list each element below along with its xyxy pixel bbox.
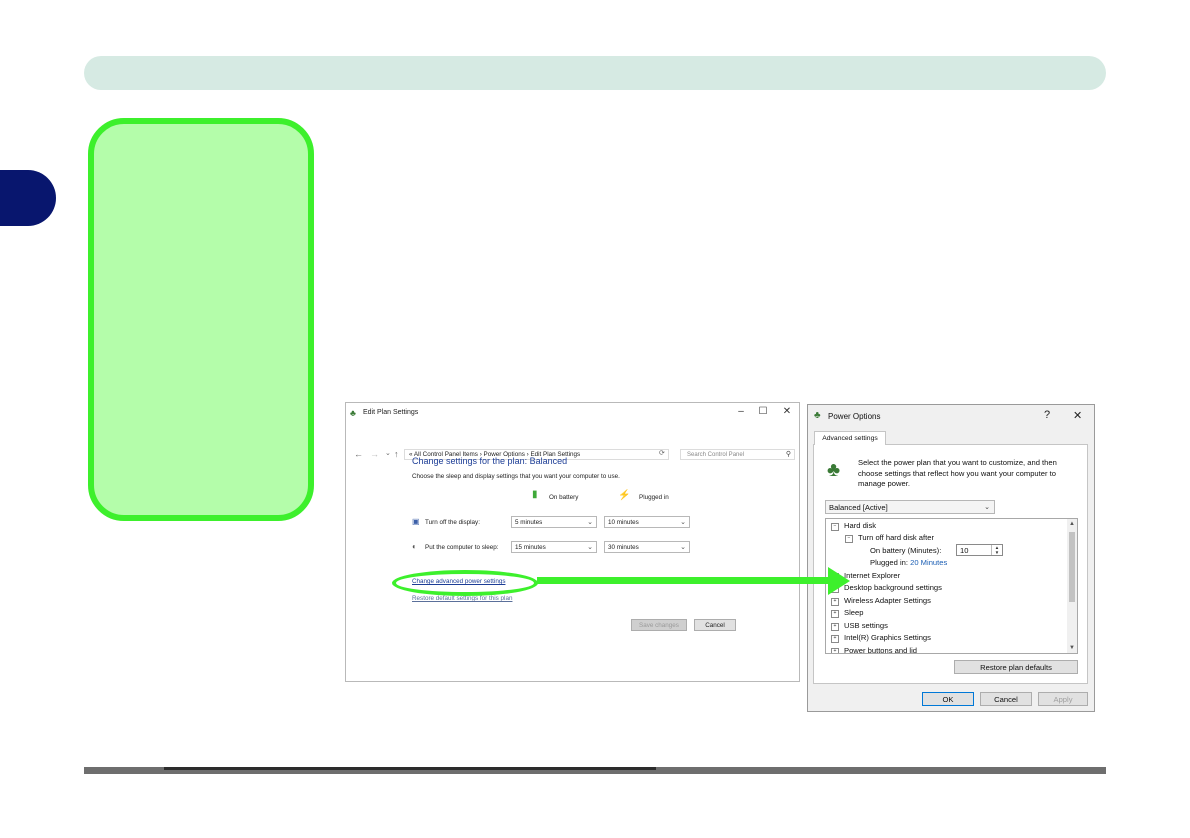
chevron-down-icon: ⌄: [680, 519, 686, 526]
expand-icon[interactable]: +: [831, 635, 839, 643]
on-battery-label: On battery (Minutes):: [870, 546, 942, 555]
sleep-plugged-select[interactable]: 30 minutes ⌄: [604, 541, 690, 553]
apply-button[interactable]: Apply: [1038, 692, 1088, 706]
back-icon[interactable]: ←: [354, 449, 363, 459]
tree-item-label: Hard disk: [844, 521, 877, 530]
callout-box: [88, 118, 314, 521]
up-icon[interactable]: ↑: [394, 449, 399, 459]
plugged-in-label: Plugged in:: [870, 558, 908, 567]
page-subtext: Choose the sleep and display settings th…: [412, 473, 620, 480]
collapse-icon[interactable]: −: [845, 535, 853, 543]
plugged-in-setting[interactable]: Plugged in: 20 Minutes: [870, 558, 947, 567]
chevron-down-icon: ⌄: [587, 519, 593, 526]
ok-button[interactable]: OK: [922, 692, 974, 706]
search-placeholder: Search Control Panel: [687, 452, 745, 458]
tree-scrollbar[interactable]: ▲ ▼: [1067, 519, 1077, 653]
power-options-icon: ♣: [814, 410, 821, 421]
display-label: Turn off the display:: [425, 519, 480, 526]
scroll-up-icon[interactable]: ▲: [1067, 521, 1077, 527]
power-plan-select[interactable]: Balanced [Active] ⌄: [825, 500, 995, 514]
page-header-bar: [84, 56, 1106, 90]
intro-text: Select the power plan that you want to c…: [858, 458, 1057, 488]
tree-item-label: Wireless Adapter Settings: [844, 596, 931, 605]
search-icon: ⚲: [785, 451, 791, 458]
display-battery-select[interactable]: 5 minutes ⌄: [511, 516, 597, 528]
column-on-battery: On battery: [549, 494, 579, 501]
recent-locations-icon[interactable]: ⌄: [385, 449, 391, 457]
sleep-battery-value: 15 minutes: [515, 544, 546, 551]
sleep-icon: ◐: [412, 542, 417, 551]
power-options-icon: ♣: [350, 408, 356, 418]
spin-arrows-icon[interactable]: ▲ ▼: [991, 545, 1002, 555]
display-plugged-select[interactable]: 10 minutes ⌄: [604, 516, 690, 528]
tree-item-label: Power buttons and lid: [844, 646, 918, 654]
cancel-button[interactable]: Cancel: [980, 692, 1032, 706]
expand-icon[interactable]: +: [831, 610, 839, 618]
expand-icon[interactable]: +: [831, 598, 839, 606]
tree-item-turn-off-hard-disk[interactable]: − Turn off hard disk after: [845, 533, 934, 543]
pointer-arrow-shaft: [537, 577, 837, 584]
sleep-battery-select[interactable]: 15 minutes ⌄: [511, 541, 597, 553]
plugged-in-value[interactable]: 20 Minutes: [910, 558, 947, 567]
display-battery-value: 5 minutes: [515, 519, 543, 526]
chevron-down-icon: ⌄: [587, 544, 593, 551]
sleep-plugged-value: 30 minutes: [608, 544, 639, 551]
tree-item-power-buttons[interactable]: + Power buttons and lid: [831, 646, 918, 654]
dialog-title: Power Options: [828, 412, 881, 421]
tree-item-label: Desktop background settings: [844, 583, 942, 592]
tree-item-label: Internet Explorer: [844, 571, 901, 580]
highlight-ellipse: [392, 570, 538, 596]
settings-tree[interactable]: − Hard disk − Turn off hard disk after On …: [825, 518, 1078, 654]
display-plugged-value: 10 minutes: [608, 519, 639, 526]
on-battery-minutes-stepper[interactable]: 10 ▲ ▼: [956, 544, 1003, 556]
forward-icon[interactable]: →: [370, 449, 379, 459]
tree-item-label: Sleep: [844, 608, 864, 617]
power-options-dialog: ♣ Power Options ? ✕ Advanced settings ♣ …: [807, 404, 1095, 712]
restore-default-settings-link[interactable]: Restore default settings for this plan: [412, 595, 512, 602]
footer-rule: [84, 767, 1106, 774]
edit-plan-settings-window: ♣ Edit Plan Settings – ☐ ✕ ← → ⌄ ↑ « All…: [345, 402, 800, 682]
chevron-down-icon: ⌄: [984, 504, 990, 511]
restore-plan-defaults-button[interactable]: Restore plan defaults: [954, 660, 1078, 674]
collapse-icon[interactable]: −: [831, 523, 839, 531]
chevron-down-icon: ⌄: [680, 544, 686, 551]
help-button[interactable]: ?: [1044, 409, 1050, 421]
column-plugged-in: Plugged in: [639, 494, 669, 501]
maximize-button[interactable]: ☐: [754, 406, 772, 417]
scrollbar-thumb[interactable]: [1069, 532, 1075, 602]
cancel-button[interactable]: Cancel: [694, 619, 736, 631]
title-bar: ♣ Edit Plan Settings – ☐ ✕: [346, 403, 799, 423]
minimize-button[interactable]: –: [732, 406, 750, 417]
tab-advanced-settings[interactable]: Advanced settings: [814, 431, 886, 445]
close-button[interactable]: ✕: [778, 406, 796, 417]
tree-item-wireless-adapter[interactable]: + Wireless Adapter Settings: [831, 596, 931, 606]
tree-item-graphics-settings[interactable]: + Intel(R) Graphics Settings: [831, 633, 931, 643]
save-changes-button[interactable]: Save changes: [631, 619, 687, 631]
pointer-arrow-head: [828, 567, 850, 595]
sleep-label: Put the computer to sleep:: [425, 544, 499, 551]
tree-item-label: USB settings: [844, 621, 888, 630]
plug-icon: ⚡: [618, 490, 631, 501]
battery-plan-icon: ♣: [827, 459, 841, 481]
window-title: Edit Plan Settings: [363, 409, 419, 416]
display-icon: ▣: [412, 517, 420, 526]
expand-icon[interactable]: +: [831, 623, 839, 631]
scroll-down-icon[interactable]: ▼: [1067, 645, 1077, 651]
refresh-icon[interactable]: ⟳: [659, 449, 665, 457]
tree-item-label: Turn off hard disk after: [858, 533, 934, 542]
on-battery-minutes-value: 10: [960, 546, 969, 555]
expand-icon[interactable]: +: [831, 648, 839, 653]
tree-item-sleep[interactable]: + Sleep: [831, 608, 863, 618]
power-plan-value: Balanced [Active]: [829, 503, 888, 512]
tree-item-label: Intel(R) Graphics Settings: [844, 633, 931, 642]
page-heading: Change settings for the plan: Balanced: [412, 456, 568, 466]
chapter-tab: [0, 170, 56, 226]
tree-item-usb-settings[interactable]: + USB settings: [831, 621, 888, 631]
search-input[interactable]: Search Control Panel ⚲: [680, 449, 795, 460]
tree-item-hard-disk[interactable]: − Hard disk: [831, 521, 876, 531]
battery-icon: ▮: [532, 489, 538, 500]
address-bar: ← → ⌄ ↑ « All Control Panel Items › Powe…: [346, 425, 799, 460]
close-button[interactable]: ✕: [1073, 409, 1082, 422]
